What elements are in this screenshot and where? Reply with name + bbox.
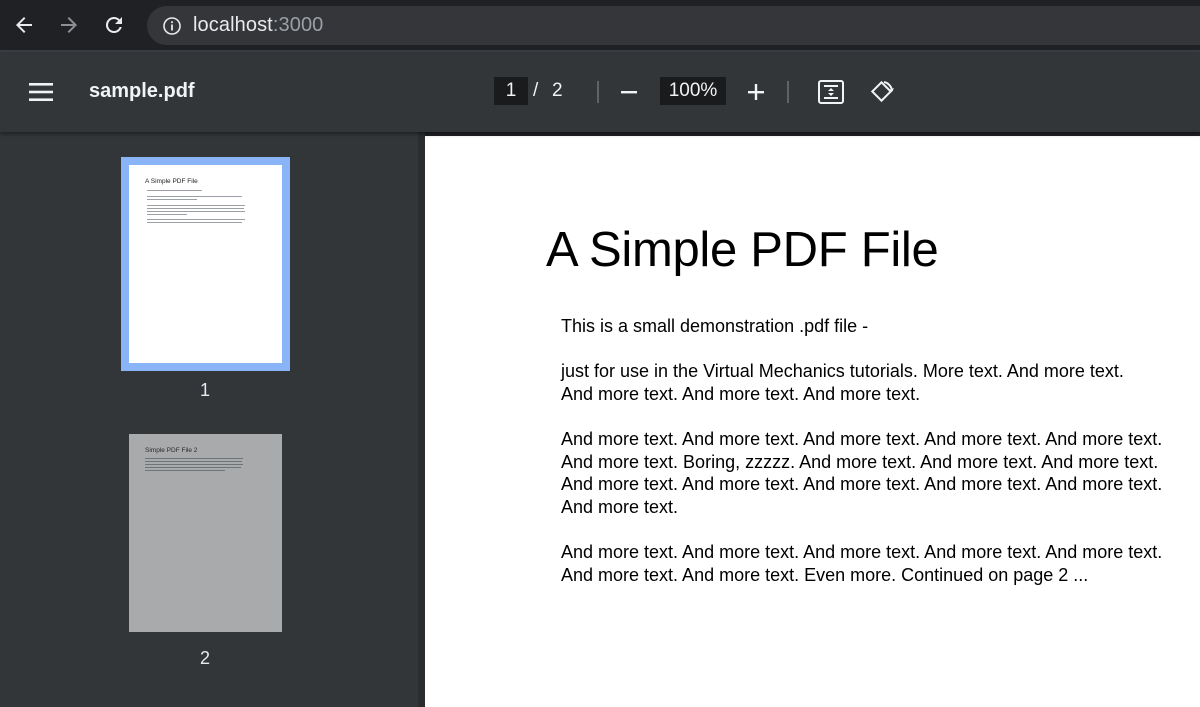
reload-icon [105,16,122,33]
document-paragraph: This is a small demonstration .pdf file … [561,316,869,336]
rotate-icon [870,80,894,103]
forward-button[interactable] [54,9,84,41]
zoom-in-button[interactable] [740,76,772,108]
back-arrow-icon [16,17,32,33]
thumbnail-page-number: 2 [199,648,210,668]
document-paragraph: And more text. And more text. And more t… [561,542,1163,585]
sidebar-edge [418,132,425,707]
toolbar-divider [597,81,599,103]
url-port: :3000 [272,14,324,36]
page-separator: / [533,80,539,101]
reload-button[interactable] [99,9,129,41]
thumbnail-title: Simple PDF File 2 [145,447,198,454]
fit-to-page-button[interactable] [815,76,847,108]
document-title: sample.pdf [89,80,195,102]
toolbar-divider [787,81,789,103]
zoom-input[interactable]: 100% [660,77,726,105]
browser-bar: localhost:3000 [0,0,1200,50]
fit-page-icon [818,80,844,104]
pdf-toolbar: sample.pdf 1 / 2 100% [0,52,1200,132]
page-thumbnail-2[interactable]: Simple PDF File 2 [129,434,282,632]
thumbnail-page-number: 1 [199,380,210,400]
page-number-input[interactable]: 1 [494,77,528,105]
zoom-out-button[interactable] [613,76,645,108]
site-info-icon[interactable] [162,16,182,36]
document-paragraph: And more text. And more text. And more t… [561,429,1163,517]
url-text: localhost:3000 [193,14,323,37]
url-host: localhost [193,14,273,36]
plus-icon [748,84,764,100]
thumbnail-title: A Simple PDF File [145,178,198,185]
page-total: 2 [552,80,563,101]
address-bar[interactable]: localhost:3000 [147,6,1200,45]
menu-icon[interactable] [28,80,54,104]
document-paragraph: just for use in the Virtual Mechanics tu… [561,361,1124,404]
forward-arrow-icon [61,17,77,33]
rotate-button[interactable] [866,76,898,108]
pdf-page: A Simple PDF File This is a small demons… [425,136,1200,707]
back-button[interactable] [9,9,39,41]
document-heading: A Simple PDF File [546,223,939,277]
minus-icon [621,91,637,94]
page-thumbnail-1[interactable]: A Simple PDF File [129,165,282,363]
